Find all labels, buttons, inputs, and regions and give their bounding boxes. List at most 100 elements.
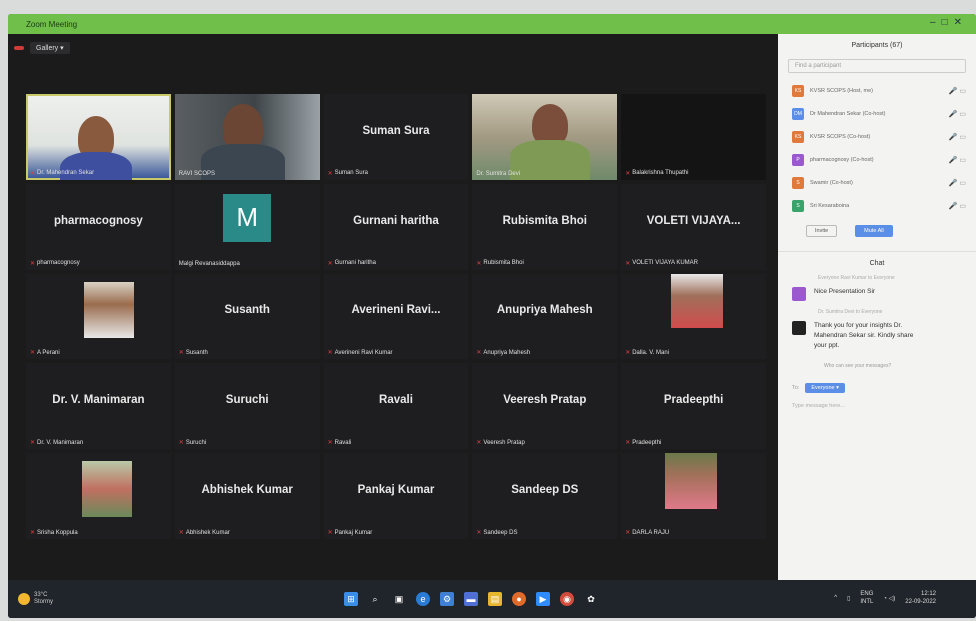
participant-tile[interactable]: Susanth ✕ Susanth [174,273,320,360]
participant-tile[interactable]: Rubismita Bhoi ✕ Rubismita Bhoi [472,183,618,270]
participant-tile[interactable]: ✕ Srisha Koppula [26,453,171,539]
participant-name-label: ✕ A Perani [30,349,60,357]
participant-tile[interactable]: Dr. Sumitra Devi [472,94,618,180]
mic-muted-icon: ✕ [327,440,333,447]
mic-camera-icons[interactable]: 🎤 ▭ [949,133,966,141]
view-button[interactable]: Gallery ▾ [30,42,70,54]
zoom-icon[interactable]: ▶ [536,592,550,606]
participant-name-label: ✕ Veeresh Pratap [476,439,525,447]
desktop-screen: Zoom Meeting –□✕ Gallery ▾ ✕ Dr. Mahendra… [8,14,976,618]
invite-button[interactable]: Invite [806,225,838,237]
participant-row[interactable]: S Sri Kesaraboina 🎤 ▭ [778,194,976,217]
participant-tile[interactable]: Veeresh Pratap ✕ Veeresh Pratap [472,363,618,450]
participant-row[interactable]: DM Dr Mahendran Sekar (Co-host) 🎤 ▭ [778,102,976,125]
participant-tile[interactable]: Ravali ✕ Ravali [323,363,469,450]
participant-name-label: ✕ Pankaj Kumar [327,529,373,537]
participant-row[interactable]: KS KVSR SCOPS (Host, me) 🎤 ▭ [778,79,976,102]
participant-tile[interactable]: Averineni Ravi... ✕ Averineni Ravi Kumar [323,273,469,360]
mic-camera-icons[interactable]: 🎤 ▭ [949,179,966,187]
chat-message-input[interactable]: Type message here... [792,403,976,409]
participant-row[interactable]: S Swamir (Co-host) 🎤 ▭ [778,171,976,194]
participant-tile[interactable]: ✕ A Perani [26,273,171,360]
mic-camera-icons[interactable]: 🎤 ▭ [949,156,966,164]
weather-widget[interactable]: 33°C Stormy [18,592,53,606]
mic-camera-icons[interactable]: 🎤 ▭ [949,87,966,95]
participant-name-label: ✕ Dr. V. Manimaran [30,439,84,447]
participant-tile[interactable]: Pradeepthi ✕ Pradeepthi [621,363,766,450]
participant-tile[interactable]: ✕ Balakrishna Thupathi [621,94,766,180]
firefox-icon[interactable]: ● [512,592,526,606]
participant-display-name: Ravali [379,394,413,407]
participant-tile[interactable]: Dr. V. Manimaran ✕ Dr. V. Manimaran [26,363,171,450]
participant-name-label: ✕ Dr. Mahendran Sekar [30,170,95,177]
participant-tile[interactable]: ✕ Dr. Mahendran Sekar [26,94,171,180]
participant-name-label: ✕ Balakrishna Thupathi [625,170,689,177]
participant-name-label: ✕ DARLA RAJU [625,529,670,537]
participant-search-input[interactable]: Find a participant [788,59,966,73]
participant-tile[interactable]: Gurnani haritha ✕ Gurnani haritha [323,183,469,270]
chat-icon[interactable]: ▬ [464,592,478,606]
side-panel: Participants (67) Find a participant KS … [778,34,976,594]
language-indicator[interactable]: ENG INTL [860,590,873,606]
mic-muted-icon: ✕ [327,170,333,177]
participant-name-label: ✕ Suruchi [178,439,207,447]
windows-taskbar: 33°C Stormy ⊞ ⌕ ▣ e ⚙ ▬ ▤ ● ▶ ◉ ✿ ^ ▯ ENG… [8,580,976,618]
participant-row[interactable]: KS KVSR SCOPS (Co-host) 🎤 ▭ [778,125,976,148]
chat-recipient-dropdown[interactable]: Everyone ▾ [805,383,845,393]
chat-message-text: Thank you for your insights Dr. Mahendra… [814,322,914,349]
participant-row[interactable]: P pharmacognosy (Co-host) 🎤 ▭ [778,148,976,171]
start-icon[interactable]: ⊞ [344,592,358,606]
participant-tile[interactable]: Abhishek Kumar ✕ Abhishek Kumar [174,453,320,539]
participant-name-label: ✕ Rubismita Bhoi [476,260,524,267]
clock[interactable]: 12:12 22-09-2022 [905,590,936,606]
participant-tile[interactable]: Suman Sura ✕ Suman Sura [323,94,469,180]
mic-muted-icon: ✕ [327,350,333,357]
participant-avatar: DM [792,107,804,120]
settings-icon[interactable]: ⚙ [440,592,454,606]
mic-muted-icon: ✕ [625,530,631,536]
participant-tile[interactable]: Pankaj Kumar ✕ Pankaj Kumar [323,453,469,539]
task-view-icon[interactable]: ▣ [392,592,406,606]
mic-camera-icons[interactable]: 🎤 ▭ [949,202,966,210]
participant-tile[interactable]: RAVI SCOPS [174,94,320,180]
recording-badge [14,46,24,50]
wifi-volume-icons[interactable]: ◔ ◁) [883,595,895,602]
mic-camera-icons[interactable]: 🎤 ▭ [949,110,966,118]
participant-avatar: M [223,193,272,242]
participant-display-name: Suruchi [225,394,269,407]
window-titlebar[interactable]: Zoom Meeting –□✕ [8,14,976,34]
participant-name-label: ✕ Dalla. V. Mani [625,349,670,357]
participant-avatar: KS [792,84,804,97]
participant-tile[interactable]: M Malgi Revanasiddappa [174,183,320,270]
participant-tile[interactable]: Anupriya Mahesh ✕ Anupriya Mahesh [472,273,618,360]
mic-muted-icon: ✕ [30,350,36,357]
participant-tile[interactable]: VOLETI VIJAYA... ✕ VOLETI VIJAYA KUMAR [621,183,766,270]
chat-visibility-note[interactable]: Who can see your messages? [778,363,976,369]
participant-name-label: ✕ Averineni Ravi Kumar [327,349,393,357]
mic-muted-icon: ✕ [476,260,482,267]
participant-tile[interactable]: Sandeep DS ✕ Sandeep DS [472,453,618,539]
app-icon[interactable]: ◉ [560,592,574,606]
participant-row-name: KVSR SCOPS (Co-host) [810,133,871,140]
participant-tile[interactable]: ✕ DARLA RAJU [621,453,766,539]
participant-name-label: ✕ pharmacognosy [30,260,80,267]
search-icon[interactable]: ⌕ [368,592,382,606]
participant-display-name: Averineni Ravi... [351,304,441,317]
participant-display-name: Dr. V. Manimaran [52,394,145,407]
gear-icon[interactable]: ✿ [584,592,598,606]
participant-tile[interactable]: pharmacognosy ✕ pharmacognosy [26,183,171,270]
tray-chevron-icon[interactable]: ^ [834,595,837,601]
participant-tile[interactable]: Suruchi ✕ Suruchi [174,363,320,450]
window-controls[interactable]: –□✕ [930,17,968,28]
mic-muted-icon: ✕ [30,260,36,267]
edge-icon[interactable]: e [416,592,430,606]
participant-name-label: Dr. Sumitra Devi [476,170,521,177]
file-explorer-icon[interactable]: ▤ [488,592,502,606]
participant-row-name: pharmacognosy (Co-host) [810,156,874,163]
battery-icon[interactable]: ▯ [847,595,850,602]
participant-tile[interactable]: ✕ Dalla. V. Mani [621,273,766,360]
participants-title: Participants (67) [851,42,903,49]
mute-all-button[interactable]: Mute All [855,225,893,237]
participant-actions: Invite Mute All [778,225,976,237]
participant-display-name: Suman Sura [362,124,430,137]
